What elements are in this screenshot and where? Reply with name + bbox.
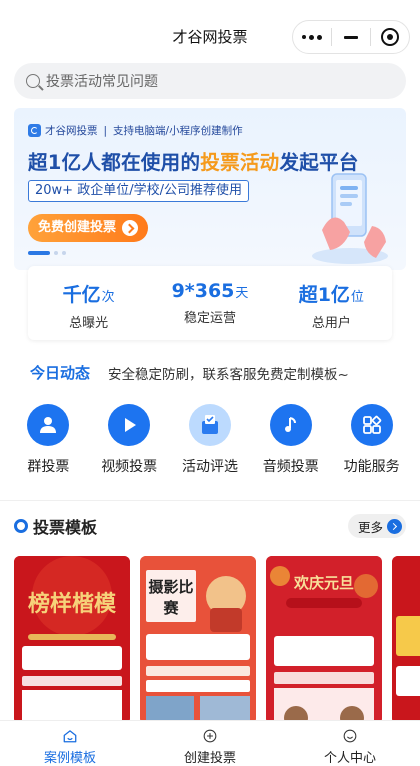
templates-title: 投票模板 bbox=[33, 518, 98, 537]
banner-brand: 才谷网投票 bbox=[45, 125, 98, 137]
template-card[interactable]: 摄影比赛 bbox=[140, 556, 256, 724]
headline-highlight: 投票活动 bbox=[200, 151, 280, 174]
template-card-title: 欢庆元旦 bbox=[293, 574, 354, 592]
plus-circle-icon bbox=[203, 729, 217, 743]
more-dots-icon bbox=[302, 34, 322, 40]
quick-group-vote[interactable]: 群投票 bbox=[9, 404, 87, 476]
stat-label: 总用户 bbox=[311, 316, 351, 331]
search-bar[interactable]: 投票活动常见问题 bbox=[14, 63, 406, 99]
tab-label: 个人中心 bbox=[323, 751, 376, 766]
template-thumbnail bbox=[392, 556, 420, 724]
quick-label: 功能服务 bbox=[343, 459, 400, 475]
top-bar: 才谷网投票 bbox=[0, 0, 420, 64]
play-icon bbox=[108, 404, 151, 446]
section-divider bbox=[0, 500, 420, 501]
quick-label: 视频投票 bbox=[101, 459, 158, 475]
headline-prefix: 超1亿人都在使用的 bbox=[28, 151, 201, 174]
quick-label: 音频投票 bbox=[262, 459, 319, 475]
mini-program-capsule bbox=[292, 20, 410, 54]
stat-users: 超1亿位 总用户 bbox=[271, 266, 392, 340]
stat-value: 9*365天 bbox=[171, 280, 249, 302]
template-card-title: 榜样楷模 bbox=[27, 592, 116, 617]
quick-label: 活动评选 bbox=[181, 459, 238, 475]
minimize-button[interactable] bbox=[332, 21, 370, 53]
stat-label: 稳定运营 bbox=[183, 311, 236, 326]
stats-card: 千亿次 总曝光 9*365天 稳定运营 超1亿位 总用户 bbox=[28, 266, 392, 340]
search-icon bbox=[26, 74, 40, 88]
quick-label: 群投票 bbox=[27, 459, 70, 475]
activity-icon bbox=[188, 404, 231, 446]
cta-label: 免费创建投票 bbox=[38, 220, 117, 235]
apps-icon bbox=[350, 404, 393, 446]
template-thumbnail bbox=[14, 556, 130, 724]
templates-header: 投票模板 bbox=[14, 514, 97, 538]
target-icon bbox=[381, 28, 399, 46]
banner-brand-row: 才谷网投票 | 支持电脑端/小程序创建制作 bbox=[28, 123, 243, 138]
group-vote-icon bbox=[27, 404, 70, 446]
search-placeholder: 投票活动常见问题 bbox=[46, 74, 158, 90]
stat-operation: 9*365天 稳定运营 bbox=[149, 266, 270, 340]
brand-separator: | bbox=[103, 124, 108, 137]
template-cards: 榜样楷模 摄影比赛 欢庆元旦 bbox=[14, 556, 420, 724]
quick-actions: 群投票 视频投票 活动评选 音频投票 功能服务 bbox=[0, 404, 420, 476]
minus-icon bbox=[344, 35, 358, 39]
quick-video-vote[interactable]: 视频投票 bbox=[90, 404, 168, 476]
close-app-button[interactable] bbox=[371, 21, 409, 53]
quick-activity-selection[interactable]: 活动评选 bbox=[171, 404, 249, 476]
template-card[interactable]: 欢庆元旦 bbox=[266, 556, 382, 724]
bottom-tab-bar: 案例模板 创建投票 个人中心 bbox=[0, 720, 420, 766]
template-card-title: 摄影比赛 bbox=[148, 578, 194, 617]
template-card[interactable] bbox=[392, 556, 420, 724]
more-menu-button[interactable] bbox=[293, 21, 331, 53]
phone-illustration-icon bbox=[312, 173, 388, 264]
stat-label: 总曝光 bbox=[69, 316, 109, 331]
quick-function-service[interactable]: 功能服务 bbox=[333, 404, 411, 476]
music-note-icon bbox=[269, 404, 312, 446]
ring-icon bbox=[14, 519, 28, 533]
stat-exposure: 千亿次 总曝光 bbox=[28, 266, 149, 340]
banner-pagination[interactable] bbox=[28, 251, 66, 255]
banner-tagline: 20w+ 政企单位/学校/公司推荐使用 bbox=[28, 180, 249, 202]
tab-label: 案例模板 bbox=[43, 751, 96, 766]
today-news[interactable]: 今日动态 安全稳定防刷，联系客服免费定制模板~ bbox=[30, 362, 349, 383]
home-icon bbox=[63, 730, 77, 743]
today-message: 安全稳定防刷，联系客服免费定制模板~ bbox=[108, 366, 349, 383]
promo-banner[interactable]: 才谷网投票 | 支持电脑端/小程序创建制作 超1亿人都在使用的投票活动发起平台 … bbox=[14, 108, 406, 270]
banner-brand-tagline: 支持电脑端/小程序创建制作 bbox=[113, 125, 243, 137]
arrow-right-icon bbox=[122, 220, 139, 236]
user-icon bbox=[343, 729, 357, 743]
tab-create-vote[interactable]: 创建投票 bbox=[140, 721, 280, 766]
tab-label: 创建投票 bbox=[183, 751, 236, 766]
quick-audio-vote[interactable]: 音频投票 bbox=[252, 404, 330, 476]
more-label: 更多 bbox=[357, 519, 383, 535]
stat-value: 千亿次 bbox=[62, 284, 115, 306]
today-title: 今日动态 bbox=[30, 364, 91, 382]
app-page: 才谷网投票 投票活动常见问题 才谷网投票 | 支持电脑端/小程序创建制作 超1亿… bbox=[0, 0, 420, 766]
brand-logo-icon bbox=[28, 124, 41, 137]
stat-value: 超1亿位 bbox=[298, 284, 364, 306]
tab-case-templates[interactable]: 案例模板 bbox=[0, 721, 140, 766]
more-templates-button[interactable]: 更多 bbox=[347, 514, 406, 538]
tab-personal-center[interactable]: 个人中心 bbox=[280, 721, 420, 766]
template-card[interactable]: 榜样楷模 bbox=[14, 556, 130, 724]
chevron-right-icon bbox=[387, 518, 402, 534]
create-vote-cta-button[interactable]: 免费创建投票 bbox=[28, 214, 149, 242]
